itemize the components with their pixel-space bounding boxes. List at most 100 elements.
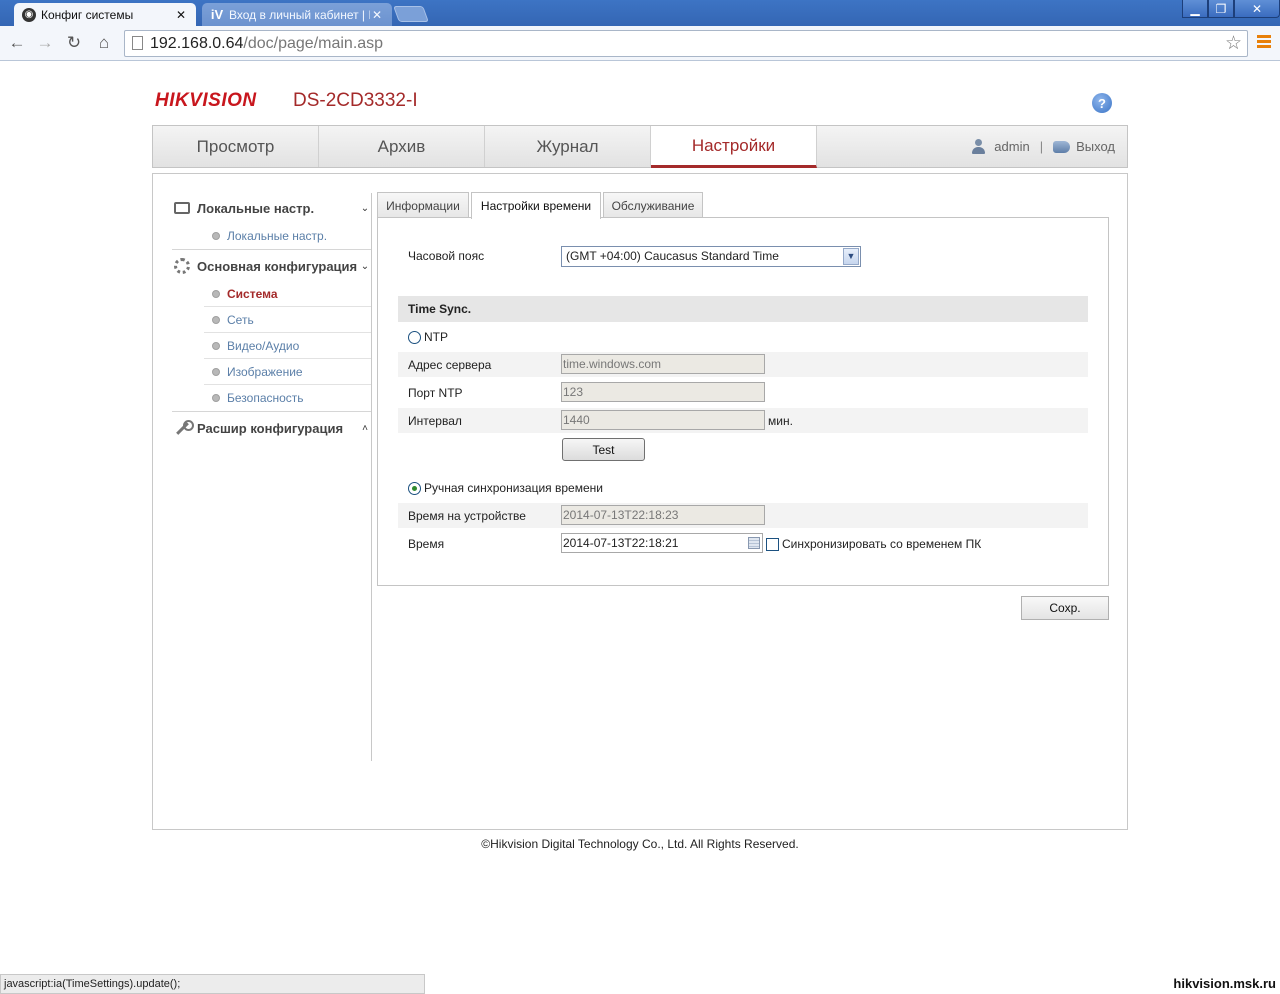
window-close-button[interactable]: ✕ (1234, 0, 1280, 18)
sidebar-group-label: Основная конфигурация (197, 258, 358, 274)
sidebar-group-advanced[interactable]: Расшир конфигурация ˄ (172, 413, 371, 443)
browser-tab-label: Конфиг системы (41, 7, 134, 22)
browser-tabstrip: ◉ Конфиг системы ✕ iV Вход в личный каби… (0, 0, 1280, 26)
restore-button[interactable]: ❐ (1208, 0, 1234, 18)
sidebar-item-security[interactable]: Безопасность (204, 385, 371, 411)
wrench-icon (174, 420, 194, 436)
save-button[interactable]: Сохр. (1021, 596, 1109, 620)
section-time-sync: Time Sync. (398, 296, 1088, 322)
sync-pc-checkbox[interactable] (766, 538, 779, 551)
device-time-field: 2014-07-13T22:18:23 (561, 505, 765, 525)
iv-icon: iV (210, 7, 224, 22)
sidebar-group-basic[interactable]: Основная конфигурация ⌄ (172, 251, 371, 281)
server-address-field[interactable]: time.windows.com (561, 354, 765, 374)
new-tab-button[interactable] (393, 6, 429, 22)
logout-icon[interactable] (1053, 140, 1071, 153)
bullet-icon (212, 289, 220, 298)
set-time-value: 2014-07-13T22:18:21 (563, 536, 679, 550)
sidebar-item-label: Сеть (227, 312, 254, 327)
timezone-select[interactable]: (GMT +04:00) Caucasus Standard Time ▼ (561, 246, 861, 267)
timezone-value: (GMT +04:00) Caucasus Standard Time (566, 249, 779, 263)
help-icon[interactable]: ? (1092, 93, 1112, 113)
browser-menu-icon[interactable] (1257, 35, 1271, 51)
device-model: DS-2CD3332-I (293, 90, 418, 111)
sidebar-item-label: Видео/Аудио (227, 338, 300, 353)
ntp-label: NTP (424, 330, 448, 344)
calendar-icon[interactable] (748, 537, 760, 549)
tab-maintenance[interactable]: Обслуживание (603, 192, 703, 218)
logout-link[interactable]: Выход (1076, 139, 1115, 154)
bullet-icon (212, 394, 220, 402)
back-arrow-icon[interactable]: ← (6, 32, 28, 54)
copyright-footer: ©Hikvision Digital Technology Co., Ltd. … (481, 837, 799, 851)
sidebar-item-video-audio[interactable]: Видео/Аудио (204, 333, 371, 359)
page-icon (132, 36, 143, 50)
tab-playback[interactable]: Архив (319, 126, 485, 167)
close-icon[interactable]: ✕ (174, 8, 188, 22)
reload-icon[interactable]: ↻ (63, 32, 85, 54)
browser-status-bar: javascript:ia(TimeSettings).update(); (0, 974, 425, 994)
ntp-port-field[interactable]: 123 (561, 382, 765, 402)
interval-field[interactable]: 1440 (561, 410, 765, 430)
username: admin (994, 139, 1030, 154)
timezone-label: Часовой пояс (408, 249, 485, 263)
manual-sync-radio[interactable] (408, 482, 421, 495)
bullet-icon (212, 232, 220, 240)
tab-live-view[interactable]: Просмотр (153, 126, 319, 167)
bookmark-star-icon[interactable]: ☆ (1225, 32, 1242, 55)
sidebar-item-local[interactable]: Локальные настр. (204, 223, 371, 249)
manual-sync-label: Ручная синхронизация времени (424, 481, 603, 495)
main-navigation: Просмотр Архив Журнал Настройки admin | … (152, 125, 1128, 168)
user-icon (971, 139, 986, 154)
gear-icon (174, 258, 190, 274)
tab-log[interactable]: Журнал (485, 126, 651, 167)
bullet-icon (212, 367, 220, 376)
ntp-port-label: Порт NTP (408, 386, 463, 400)
url-text: 192.168.0.64/doc/page/main.asp (150, 35, 384, 52)
tab-time-settings[interactable]: Настройки времени (471, 192, 601, 219)
browser-tab-label: Вход в личный кабинет | Iv (229, 7, 370, 22)
divider (172, 249, 371, 250)
browser-toolbar: ← → ↻ ⌂ 192.168.0.64/doc/page/main.asp ☆ (0, 26, 1280, 61)
bullet-icon (212, 315, 220, 324)
tab-configuration[interactable]: Настройки (651, 126, 817, 168)
chevron-down-icon: ⌄ (360, 202, 370, 214)
sidebar-item-label: Система (227, 286, 278, 301)
sidebar-item-network[interactable]: Сеть (204, 307, 371, 333)
sidebar-group-local[interactable]: Локальные настр. ⌄ (172, 193, 371, 223)
sidebar-item-image[interactable]: Изображение (204, 359, 371, 385)
close-icon[interactable]: ✕ (370, 8, 384, 22)
chevron-down-icon: ⌄ (360, 260, 370, 272)
home-icon[interactable]: ⌂ (93, 32, 115, 54)
forward-arrow-icon[interactable]: → (34, 32, 56, 54)
set-time-label: Время (408, 537, 445, 551)
sidebar-item-label: Изображение (227, 364, 303, 379)
sidebar-group-label: Локальные настр. (197, 200, 315, 216)
server-label: Адрес сервера (408, 358, 492, 372)
sidebar-item-system[interactable]: Система (204, 281, 371, 307)
sidebar-divider (371, 193, 372, 761)
minimize-button[interactable]: ▁ (1182, 0, 1208, 18)
sidebar-item-label: Безопасность (227, 391, 304, 405)
monitor-icon (174, 202, 190, 214)
interval-unit: мин. (768, 414, 793, 428)
browser-tab-config[interactable]: ◉ Конфиг системы ✕ (14, 3, 196, 26)
hikvision-logo: HIKVISION (155, 90, 257, 111)
user-box: admin | Выход (971, 139, 1115, 154)
camera-icon: ◉ (22, 7, 36, 22)
ntp-radio[interactable] (408, 331, 421, 344)
test-button[interactable]: Test (562, 438, 645, 461)
address-bar[interactable]: 192.168.0.64/doc/page/main.asp ☆ (124, 30, 1248, 57)
bullet-icon (212, 341, 220, 350)
sidebar-item-label: Локальные настр. (227, 229, 328, 243)
device-time-label: Время на устройстве (408, 509, 526, 523)
browser-tab-cabinet[interactable]: iV Вход в личный кабинет | Iv ✕ (202, 3, 392, 26)
chevron-down-icon[interactable]: ▼ (843, 248, 859, 265)
set-time-field[interactable]: 2014-07-13T22:18:21 (561, 533, 763, 553)
interval-label: Интервал (408, 414, 462, 428)
sidebar-group-label: Расшир конфигурация (197, 420, 344, 436)
divider (172, 411, 371, 412)
separator: | (1039, 139, 1044, 154)
tab-information[interactable]: Информации (377, 192, 469, 218)
chevron-up-icon: ˄ (362, 422, 368, 434)
